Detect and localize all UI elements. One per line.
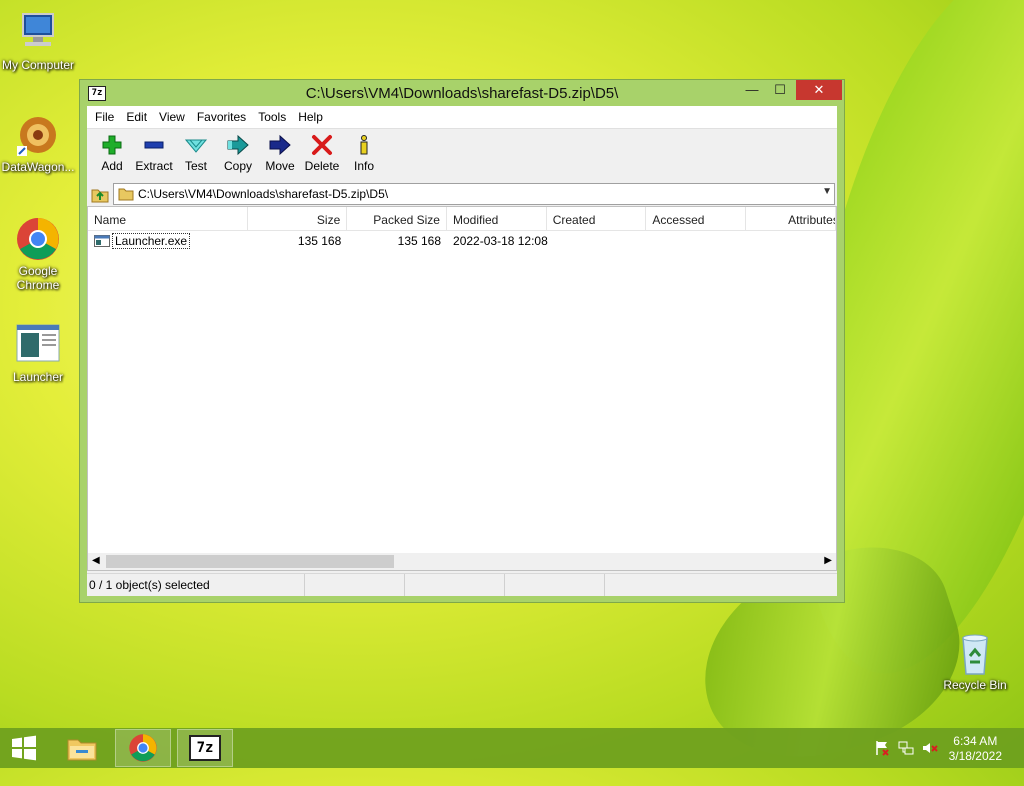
column-packed-size[interactable]: Packed Size xyxy=(347,207,447,230)
column-modified[interactable]: Modified xyxy=(447,207,547,230)
computer-icon xyxy=(15,10,61,56)
action-center-flag-icon[interactable] xyxy=(874,740,890,756)
status-bar: 0 / 1 object(s) selected xyxy=(87,573,837,596)
desktop-icon-label: Recycle Bin xyxy=(943,678,1007,692)
desktop-icon-recycle-bin[interactable]: Recycle Bin xyxy=(936,630,1014,692)
toolbar: Add Extract Test Copy Move Delete Info xyxy=(87,129,837,181)
info-label: Info xyxy=(353,159,374,173)
test-button[interactable]: Test xyxy=(175,129,217,173)
minimize-button[interactable]: — xyxy=(738,80,766,100)
address-bar: C:\Users\VM4\Downloads\sharefast-D5.zip\… xyxy=(87,181,837,207)
add-label: Add xyxy=(101,159,123,173)
file-packed-size: 135 168 xyxy=(397,234,442,248)
launcher-icon xyxy=(15,322,61,368)
exe-file-icon xyxy=(94,235,110,247)
scroll-right-icon[interactable]: ▶ xyxy=(824,555,832,566)
delete-icon xyxy=(301,133,343,157)
recycle-bin-icon xyxy=(952,630,998,676)
volume-muted-icon[interactable] xyxy=(922,740,938,756)
chevron-down-icon[interactable]: ▼ xyxy=(822,186,832,197)
column-attributes[interactable]: Attributes xyxy=(746,207,836,230)
status-cell-3 xyxy=(405,574,505,596)
menu-view[interactable]: View xyxy=(153,110,191,124)
network-icon[interactable] xyxy=(898,740,914,756)
maximize-button[interactable]: ☐ xyxy=(766,80,794,100)
desktop-icon-my-computer[interactable]: My Computer xyxy=(0,10,76,72)
scrollbar-thumb[interactable] xyxy=(106,555,394,568)
menu-tools[interactable]: Tools xyxy=(252,110,292,124)
address-field[interactable]: C:\Users\VM4\Downloads\sharefast-D5.zip\… xyxy=(113,183,835,205)
extract-label: Extract xyxy=(135,159,173,173)
column-name[interactable]: Name xyxy=(88,207,248,230)
start-button[interactable] xyxy=(0,729,48,767)
info-icon xyxy=(343,133,385,157)
taskbar-chrome[interactable] xyxy=(115,729,171,767)
menu-edit[interactable]: Edit xyxy=(120,110,153,124)
taskbar-file-explorer[interactable] xyxy=(54,729,110,767)
delete-label: Delete xyxy=(304,159,340,173)
status-selection: 0 / 1 object(s) selected xyxy=(87,574,305,596)
taskbar: 7z 6:34 AM 3/18/2022 xyxy=(0,728,1024,768)
7zip-icon: 7z xyxy=(189,735,221,761)
address-path: C:\Users\VM4\Downloads\sharefast-D5.zip\… xyxy=(138,187,389,201)
desktop-icon-datawagon[interactable]: DataWagon... xyxy=(0,112,76,174)
folder-icon xyxy=(118,188,134,201)
desktop-icon-google-chrome[interactable]: Google Chrome xyxy=(0,216,76,292)
move-icon xyxy=(259,133,301,157)
up-folder-icon xyxy=(91,189,109,203)
file-modified: 2022-03-18 12:08 xyxy=(453,234,548,248)
delete-button[interactable]: Delete xyxy=(301,129,343,173)
test-label: Test xyxy=(184,159,207,173)
column-header-row: Name Size Packed Size Modified Created A… xyxy=(88,207,836,231)
desktop-icon-label: My Computer xyxy=(1,58,75,72)
clock-date: 3/18/2022 xyxy=(948,749,1002,763)
menu-file[interactable]: File xyxy=(89,110,120,124)
column-accessed[interactable]: Accessed xyxy=(646,207,747,230)
chrome-icon xyxy=(129,734,157,762)
copy-label: Copy xyxy=(223,159,252,173)
windows-logo-icon xyxy=(12,735,36,761)
datawagon-icon xyxy=(15,112,61,158)
title-bar[interactable]: 7z C:\Users\VM4\Downloads\sharefast-D5.z… xyxy=(80,80,844,106)
clock-time: 6:34 AM xyxy=(953,734,998,748)
extract-button[interactable]: Extract xyxy=(133,129,175,173)
menu-help[interactable]: Help xyxy=(292,110,329,124)
test-icon xyxy=(175,133,217,157)
window-client: File Edit View Favorites Tools Help Add … xyxy=(87,106,837,596)
copy-icon xyxy=(217,133,259,157)
add-button[interactable]: Add xyxy=(91,129,133,173)
desktop-icon-label: DataWagon... xyxy=(1,160,75,174)
desktop-icon-label: Launcher xyxy=(12,370,64,384)
extract-icon xyxy=(133,133,175,157)
add-icon xyxy=(91,133,133,157)
info-button[interactable]: Info xyxy=(343,129,385,173)
column-created[interactable]: Created xyxy=(547,207,647,230)
menu-favorites[interactable]: Favorites xyxy=(191,110,252,124)
move-label: Move xyxy=(265,159,295,173)
taskbar-7zip[interactable]: 7z xyxy=(177,729,233,767)
move-button[interactable]: Move xyxy=(259,129,301,173)
file-row[interactable]: Launcher.exe 135 168 135 168 2022-03-18 … xyxy=(88,231,836,251)
file-list[interactable]: Name Size Packed Size Modified Created A… xyxy=(87,206,837,571)
scroll-left-icon[interactable]: ◀ xyxy=(92,555,100,566)
taskbar-clock[interactable]: 6:34 AM 3/18/2022 xyxy=(949,734,1002,764)
up-folder-button[interactable] xyxy=(87,183,113,205)
desktop-icon-launcher[interactable]: Launcher xyxy=(0,322,76,384)
horizontal-scrollbar[interactable]: ◀ ▶ xyxy=(88,553,836,570)
window-title: C:\Users\VM4\Downloads\sharefast-D5.zip\… xyxy=(305,85,619,102)
menu-bar: File Edit View Favorites Tools Help xyxy=(87,106,837,129)
file-manager-window[interactable]: 7z C:\Users\VM4\Downloads\sharefast-D5.z… xyxy=(79,79,845,603)
file-name[interactable]: Launcher.exe xyxy=(112,233,191,249)
status-cell-4 xyxy=(505,574,605,596)
column-size[interactable]: Size xyxy=(248,207,348,230)
close-button[interactable]: ✕ xyxy=(796,80,842,100)
status-cell-2 xyxy=(305,574,405,596)
file-explorer-icon xyxy=(67,739,97,761)
desktop-icon-label: Google Chrome xyxy=(16,264,60,292)
file-size: 135 168 xyxy=(297,234,342,248)
chrome-icon xyxy=(15,216,61,262)
copy-button[interactable]: Copy xyxy=(217,129,259,173)
